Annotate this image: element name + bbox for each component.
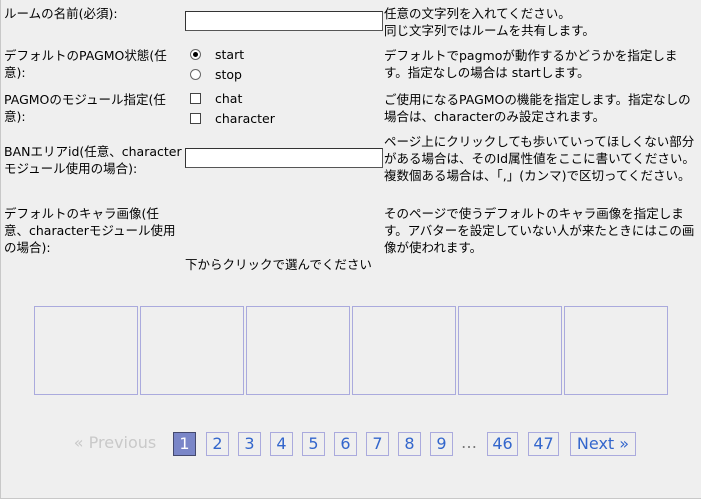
page-link[interactable]: 4	[270, 432, 293, 456]
modules-label: PAGMOのモジュール指定(任意):	[4, 92, 166, 124]
module-option-character[interactable]: character	[190, 110, 340, 128]
default-state-help: デフォルトでpagmoが動作するかどうかを指定します。指定なしの場合は star…	[384, 48, 678, 80]
start-radio-label[interactable]: start	[215, 46, 244, 64]
default-state-label: デフォルトのPAGMO状態(任意):	[4, 48, 167, 80]
page-link[interactable]: 46	[487, 432, 518, 456]
room-name-help: 任意の文字列を入れてください。 同じ文字列ではルームを共有します。	[384, 5, 697, 39]
pagination: « Previous 1 2 3 4 5 6 7 8 9 … 46 47 Nex…	[0, 432, 701, 456]
room-name-label: ルームの名前(必須):	[4, 6, 118, 21]
character-checkbox[interactable]	[190, 113, 201, 124]
module-option-chat[interactable]: chat	[190, 90, 340, 108]
start-radio[interactable]	[190, 49, 201, 60]
page-link[interactable]: 47	[528, 432, 559, 456]
character-image-slot[interactable]	[246, 306, 350, 395]
room-name-help-line2: 同じ文字列ではルームを共有します。	[384, 23, 595, 38]
previous-link: « Previous	[68, 432, 162, 456]
default-image-label: デフォルトのキャラ画像(任意、characterモジュール使用の場合):	[4, 206, 176, 255]
character-image-grid	[34, 306, 668, 395]
page-link[interactable]: 7	[366, 432, 389, 456]
page-link[interactable]: 8	[398, 432, 421, 456]
page-link[interactable]: 3	[238, 432, 261, 456]
character-image-slot[interactable]	[564, 306, 668, 395]
page-link[interactable]: 9	[430, 432, 453, 456]
room-name-help-line1: 任意の文字列を入れてください。	[384, 6, 571, 21]
page-link[interactable]: 2	[206, 432, 229, 456]
pagination-ellipsis: …	[456, 432, 482, 456]
chat-checkbox-label[interactable]: chat	[215, 90, 242, 108]
page-link[interactable]: 6	[334, 432, 357, 456]
ban-area-label: BANエリアid(任意、characterモジュール使用の場合):	[4, 144, 182, 176]
image-select-hint: 下からクリックで選んでください	[185, 257, 372, 272]
next-link[interactable]: Next »	[570, 432, 636, 456]
stop-radio-label[interactable]: stop	[215, 66, 242, 84]
ban-area-help: ページ上にクリックしても歩いていってほしくない部分がある場合は、そのId属性値を…	[384, 134, 695, 183]
character-checkbox-label[interactable]: character	[215, 110, 275, 128]
character-image-slot[interactable]	[352, 306, 456, 395]
stop-radio[interactable]	[190, 69, 201, 80]
state-option-stop[interactable]: stop	[190, 66, 340, 84]
page-link-current: 1	[173, 432, 196, 456]
ban-area-input[interactable]	[185, 148, 383, 168]
character-image-slot[interactable]	[140, 306, 244, 395]
character-image-slot[interactable]	[34, 306, 138, 395]
default-image-help: そのページで使うデフォルトのキャラ画像を指定します。アバターを設定していない人が…	[384, 206, 695, 255]
character-image-slot[interactable]	[458, 306, 562, 395]
chat-checkbox[interactable]	[190, 93, 201, 104]
room-name-input[interactable]	[185, 11, 383, 31]
state-option-start[interactable]: start	[190, 46, 340, 64]
page-link[interactable]: 5	[302, 432, 325, 456]
modules-help: ご使用になるPAGMOの機能を指定します。指定なしの場合は、characterの…	[384, 92, 691, 124]
